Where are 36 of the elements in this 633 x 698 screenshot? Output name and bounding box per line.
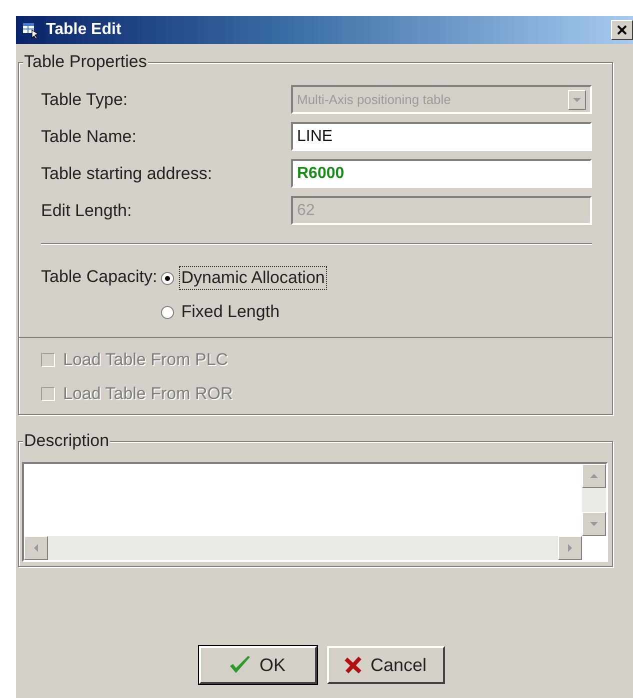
cross-icon (344, 656, 362, 674)
scroll-up-button[interactable] (582, 464, 606, 488)
arrow-icon (573, 96, 581, 104)
radio-label[interactable]: Dynamic Allocation (180, 267, 326, 289)
arrow-icon (590, 520, 598, 528)
window-title: Table Edit (46, 21, 122, 39)
checkmark-icon (229, 655, 252, 675)
horizontal-scrollbar[interactable] (24, 536, 582, 560)
group-title: Table Properties (23, 52, 148, 72)
radio-button[interactable] (161, 306, 174, 318)
cancel-button[interactable]: Cancel (326, 646, 444, 684)
field-label: Table Name: (41, 126, 138, 146)
radio-button[interactable] (161, 272, 174, 284)
vertical-scrollbar[interactable] (582, 464, 606, 536)
table-icon (22, 21, 40, 39)
field-label: Table Type: (41, 90, 129, 110)
input-field[interactable]: LINE (291, 122, 592, 151)
radio-dot-icon (165, 276, 170, 280)
close-icon (616, 24, 628, 36)
checkbox-label: Load Table From ROR (63, 384, 233, 404)
scroll-left-button[interactable] (24, 536, 48, 560)
description-field[interactable] (22, 462, 608, 562)
checkbox-label: Load Table From PLC (63, 350, 228, 370)
arrow-icon (32, 544, 40, 552)
ok-button[interactable]: OK (198, 646, 316, 684)
scroll-right-button[interactable] (558, 536, 582, 560)
arrow-icon (566, 544, 574, 552)
field-label: Table Capacity: (41, 267, 158, 288)
arrow-icon (590, 472, 598, 480)
field-label: Edit Length: (41, 200, 133, 220)
radio-label[interactable]: Fixed Length (180, 301, 281, 323)
close-button[interactable] (611, 20, 633, 40)
group-title: Description (23, 431, 110, 451)
scroll-down-button[interactable] (582, 512, 606, 536)
field-label: Table starting address: (41, 164, 214, 184)
input-field[interactable]: R6000 (291, 159, 592, 188)
